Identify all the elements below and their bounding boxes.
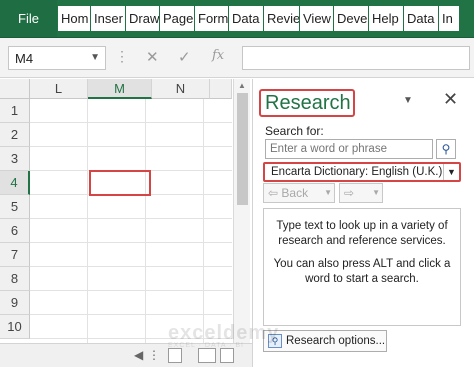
reference-source-value: Encarta Dictionary: English (U.K.) xyxy=(271,166,443,178)
scroll-right-button[interactable] xyxy=(220,348,234,363)
watermark-brand: exceldemy xyxy=(168,322,280,344)
row-header-2[interactable]: 2 xyxy=(0,123,30,147)
watermark-logo: exceldemy EXCEL · DATA · BI xyxy=(168,322,279,349)
forward-arrow-icon: ⇨ xyxy=(344,186,355,200)
enter-icon[interactable]: ✓ xyxy=(178,48,191,66)
ribbon: File Hom Inser Draw Page Form Data Revie… xyxy=(0,0,474,38)
row-header-10[interactable]: 10 xyxy=(0,315,30,339)
tab-page-layout[interactable]: Page xyxy=(160,6,194,31)
column-header-partial[interactable] xyxy=(210,79,232,99)
research-options-button[interactable]: ⚲ Research options... xyxy=(263,330,387,352)
tab-home[interactable]: Hom xyxy=(58,6,90,31)
insert-function-icon[interactable]: fx xyxy=(212,48,224,63)
tab-in[interactable]: In xyxy=(439,6,459,31)
tab-insert[interactable]: Inser xyxy=(91,6,125,31)
search-for-label: Search for: xyxy=(265,124,324,138)
tab-data[interactable]: Data xyxy=(229,6,263,31)
search-input[interactable] xyxy=(265,139,433,159)
active-cell-m4[interactable] xyxy=(89,170,151,196)
row-header-7[interactable]: 7 xyxy=(0,243,30,267)
chevron-down-icon[interactable]: ▼ xyxy=(324,188,332,197)
scroll-left-icon[interactable]: ◀ xyxy=(134,348,143,362)
row-header-5[interactable]: 5 xyxy=(0,195,30,219)
column-header-n[interactable]: N xyxy=(152,79,210,99)
row-header-4[interactable]: 4 xyxy=(0,171,30,195)
close-icon[interactable]: ✕ xyxy=(443,89,458,110)
vertical-scrollbar[interactable]: ▲ xyxy=(233,79,250,343)
back-label: Back xyxy=(281,186,309,200)
tab-formulas[interactable]: Form xyxy=(195,6,228,31)
worksheet-grid: L M N 1 2 3 4 5 6 7 8 9 10 xyxy=(0,79,232,343)
row-header-6[interactable]: 6 xyxy=(0,219,30,243)
chevron-down-icon[interactable]: ▼ xyxy=(372,188,380,197)
row-header-1[interactable]: 1 xyxy=(0,99,30,123)
row-header-9[interactable]: 9 xyxy=(0,291,30,315)
chevron-down-icon[interactable]: ▼ xyxy=(443,164,459,180)
tab-review[interactable]: Revie xyxy=(264,6,299,31)
research-pane-title: Research xyxy=(259,89,355,117)
scroll-up-icon[interactable]: ▲ xyxy=(238,81,246,90)
row-header-8[interactable]: 8 xyxy=(0,267,30,291)
tab-data-2[interactable]: Data xyxy=(404,6,438,31)
formula-input[interactable] xyxy=(242,46,470,70)
search-button[interactable]: ⚲ xyxy=(436,139,456,159)
forward-button[interactable]: ⇨ ▼ xyxy=(339,183,383,203)
grip-icon: ⋮ xyxy=(115,48,129,64)
scroll-thumb[interactable] xyxy=(237,93,248,205)
back-button[interactable]: ⇦ Back ▼ xyxy=(263,183,335,203)
tab-developer[interactable]: Deve xyxy=(334,6,368,31)
name-box-value: M4 xyxy=(15,50,34,66)
row-header-3[interactable]: 3 xyxy=(0,147,30,171)
reference-source-select[interactable]: Encarta Dictionary: English (U.K.) ▼ xyxy=(263,162,461,182)
search-icon: ⚲ xyxy=(441,142,451,156)
tab-view[interactable]: View xyxy=(300,6,333,31)
column-header-m[interactable]: M xyxy=(88,79,152,99)
tab-help[interactable]: Help xyxy=(369,6,403,31)
tab-file[interactable]: File xyxy=(0,0,57,37)
cell-area[interactable] xyxy=(30,99,232,343)
results-hint-1: Type text to look up in a variety of res… xyxy=(276,220,448,247)
name-box[interactable]: M4 ▼ xyxy=(8,46,106,70)
select-all-corner[interactable] xyxy=(0,79,30,99)
cancel-icon[interactable]: ✕ xyxy=(146,48,159,66)
column-header-l[interactable]: L xyxy=(30,79,88,99)
results-panel: Type text to look up in a variety of res… xyxy=(263,208,461,326)
results-hint-2: You can also press ALT and click a word … xyxy=(273,258,451,285)
chevron-down-icon[interactable]: ▼ xyxy=(90,52,100,63)
back-arrow-icon: ⇦ xyxy=(268,186,282,200)
scroll-box[interactable] xyxy=(198,348,216,363)
formula-bar: M4 ▼ ⋮ ✕ ✓ fx xyxy=(0,38,474,78)
tab-draw[interactable]: Draw xyxy=(126,6,159,31)
research-pane: Research ▼ ✕ Search for: ⚲ Encarta Dicti… xyxy=(252,79,474,367)
separator-icon: ⋮ xyxy=(148,348,160,362)
pane-options-icon[interactable]: ▼ xyxy=(403,95,413,106)
scroll-left-button[interactable] xyxy=(168,348,182,363)
research-options-label: Research options... xyxy=(286,335,386,347)
